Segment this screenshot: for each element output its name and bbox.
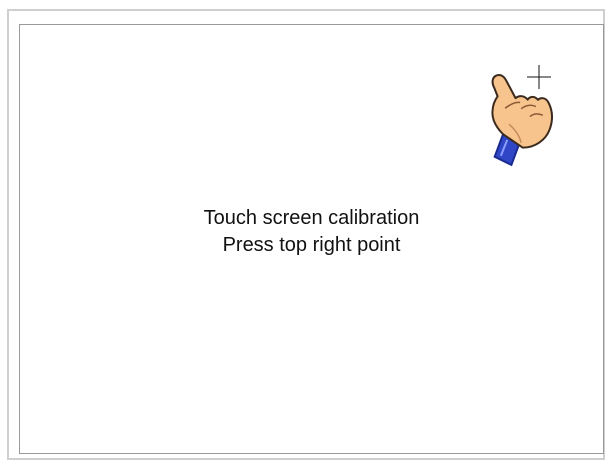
calibration-screen[interactable]: Touch screen calibration Press top right… — [19, 24, 604, 454]
calibration-title: Touch screen calibration — [203, 207, 420, 229]
calibration-instruction: Press top right point — [222, 234, 401, 256]
calibration-message: Touch screen calibration Press top right… — [20, 205, 603, 259]
crosshair-target-icon[interactable] — [527, 65, 551, 89]
